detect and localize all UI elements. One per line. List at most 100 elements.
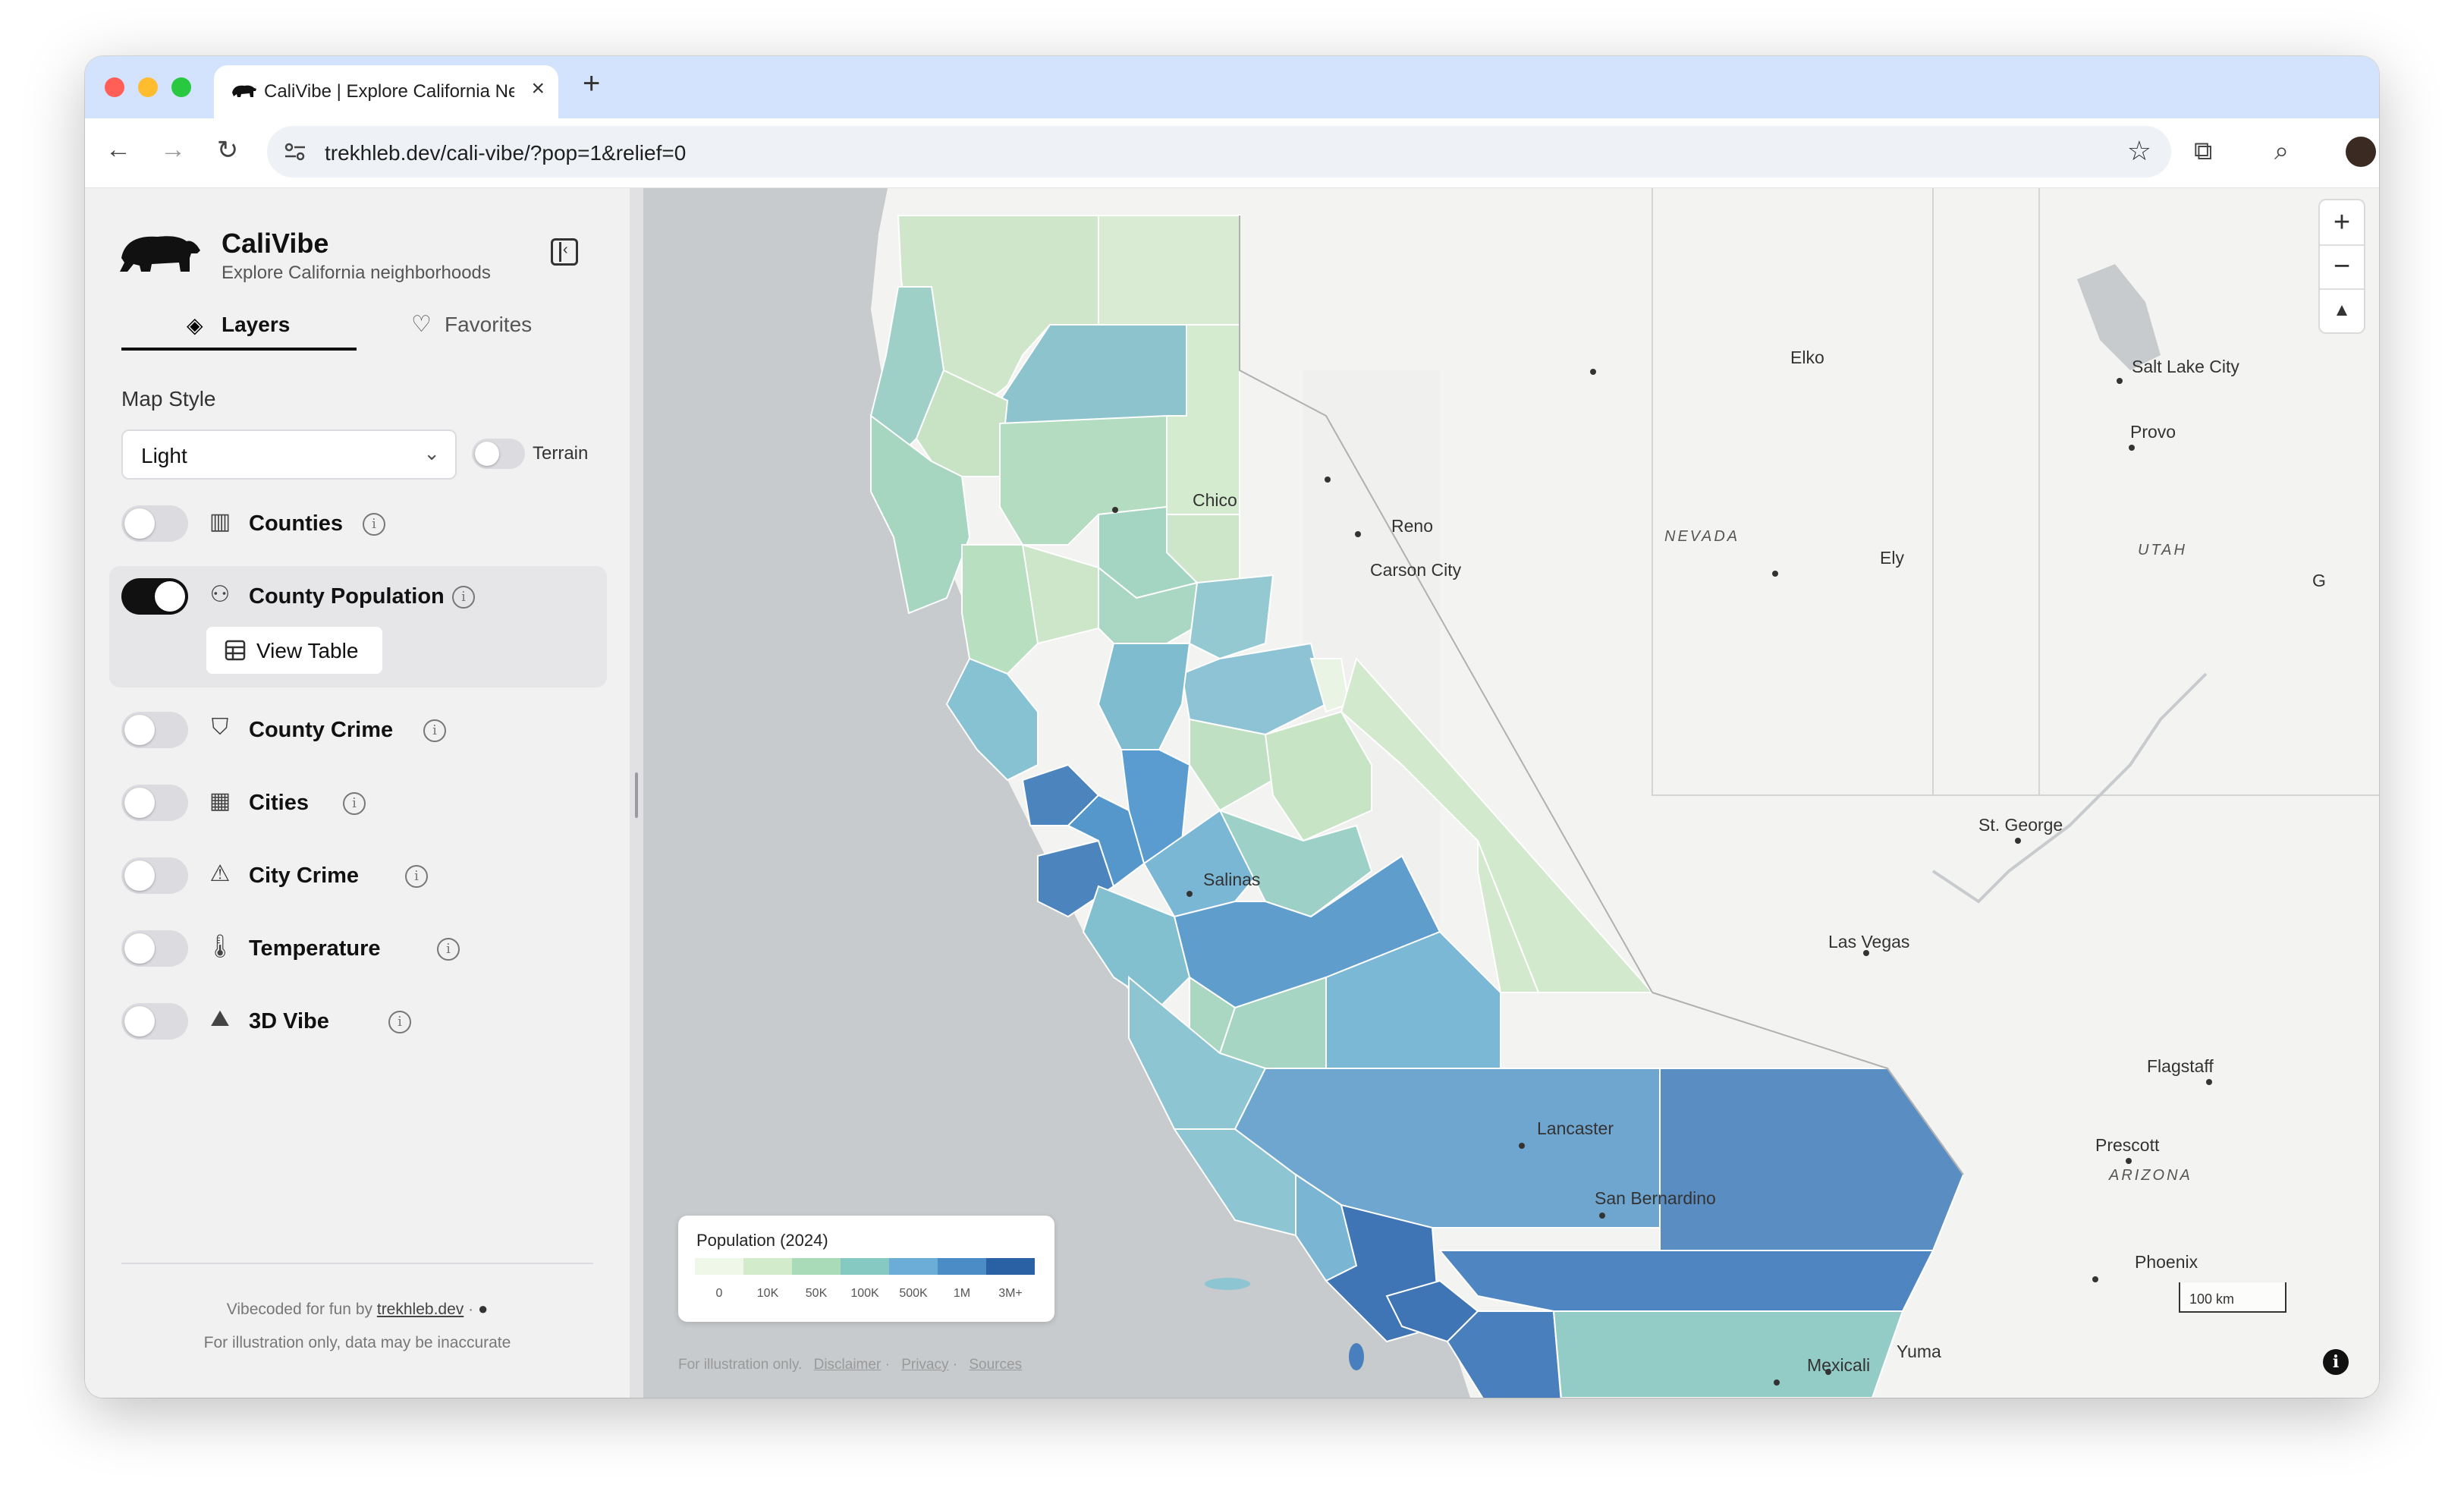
county-riverside (1438, 1250, 1934, 1312)
forward-icon[interactable]: → (155, 135, 191, 165)
county-yolo-sacramento (1097, 643, 1191, 750)
county-population-info-icon[interactable]: i (452, 586, 475, 609)
sidebar: CaliVibe Explore California neighborhood… (85, 188, 630, 1398)
city-dot-chico (1112, 507, 1118, 513)
tab-favorites[interactable]: ♡ Favorites (357, 300, 593, 351)
layer-row-3d-vibe: ⛰ 3D Vibe i (121, 999, 607, 1044)
great-salt-lake (2077, 264, 2161, 370)
region-label-nevada: NEVADA (1664, 528, 1740, 545)
city-dot-prescott (2126, 1158, 2132, 1164)
counties-info-icon[interactable]: i (363, 513, 385, 536)
city-dot-carson-city (1355, 531, 1361, 537)
city-dot-phoenix (2092, 1276, 2098, 1282)
county-population-toggle[interactable] (121, 578, 188, 615)
3d-vibe-toggle[interactable] (121, 1003, 188, 1040)
cities-toggle[interactable] (121, 785, 188, 821)
new-tab-icon[interactable]: + (583, 67, 600, 101)
footer-disclaimer: For illustration only, data may be inacc… (203, 1334, 511, 1351)
city-dot-lancaster (1519, 1143, 1525, 1149)
app-title: CaliVibe (222, 228, 329, 259)
city-dot-reno (1325, 477, 1331, 483)
city-dot-mexicali (1774, 1379, 1780, 1386)
footer-credit-text: Vibecoded for fun by (226, 1301, 373, 1318)
legend-swatch-6 (986, 1258, 1035, 1275)
site-settings-icon[interactable] (284, 141, 306, 162)
attribution-text: For illustration only. (678, 1357, 803, 1373)
map-attribution: For illustration only. Disclaimer · Priv… (678, 1357, 1023, 1373)
map-style-select[interactable]: Light ⌄ (121, 429, 457, 480)
county-crime-toggle[interactable] (121, 712, 188, 748)
city-label-san-bernardino: San Bernardino (1595, 1188, 1716, 1208)
zoom-in-button[interactable]: + (2320, 200, 2364, 244)
temperature-toggle[interactable] (121, 930, 188, 967)
app-content: CaliVibe Explore California neighborhood… (85, 188, 2379, 1398)
city-label-lancaster: Lancaster (1537, 1118, 1614, 1138)
city-crime-info-icon[interactable]: i (405, 865, 428, 888)
city-label-salinas: Salinas (1203, 870, 1261, 889)
temperature-info-icon[interactable]: i (437, 938, 460, 961)
sources-link[interactable]: Sources (969, 1357, 1022, 1373)
view-table-label: View Table (256, 639, 359, 662)
counties-label: Counties (249, 511, 344, 536)
legend-tick-5: 1M (953, 1287, 971, 1300)
close-tab-icon[interactable]: × (531, 76, 545, 102)
city-label-yuma: Yuma (1897, 1342, 1941, 1361)
compass-icon[interactable]: ▲ (2320, 288, 2364, 332)
city-label-ely: Ely (1880, 548, 1904, 568)
legend-swatch-4 (889, 1258, 938, 1275)
browser-tab-bar: CaliVibe | Explore California Neighborho… (85, 56, 2379, 118)
bear-logo-icon (120, 236, 200, 272)
back-icon[interactable]: ← (100, 135, 137, 165)
users-icon: ⚇ (209, 582, 231, 607)
terrain-toggle[interactable] (472, 439, 525, 469)
view-table-button[interactable]: View Table (206, 627, 382, 674)
siren-icon: ⚠ (209, 861, 231, 886)
reload-icon[interactable]: ↻ (209, 135, 246, 165)
legend-tick-6: 3M+ (998, 1287, 1023, 1300)
region-label-arizona: ARIZONA (2109, 1167, 2192, 1184)
chevron-down-icon: ⌄ (423, 442, 440, 464)
profile-avatar[interactable] (2346, 137, 2376, 167)
city-crime-toggle[interactable] (121, 857, 188, 894)
county-crime-info-icon[interactable]: i (423, 719, 446, 742)
minimize-window-button[interactable] (138, 77, 158, 97)
address-bar[interactable]: trekhleb.dev/cali-vibe/?pop=1&relief=0 ☆ (267, 126, 2171, 178)
city-label-chico: Chico (1193, 490, 1237, 510)
map-canvas[interactable]: Elko Salt Lake City Provo Reno Carson Ci… (643, 188, 2379, 1398)
city-label-st-george: St. George (1978, 815, 2063, 835)
tab-search-icon[interactable]: ⌕ (2274, 137, 2289, 166)
disclaimer-link[interactable]: Disclaimer (814, 1357, 882, 1373)
city-label-salt-lake-city: Salt Lake City (2132, 357, 2239, 376)
county-population-label: County Population (249, 584, 445, 609)
3d-vibe-info-icon[interactable]: i (388, 1011, 411, 1033)
bookmark-star-icon[interactable]: ☆ (2127, 135, 2151, 167)
browser-tab[interactable]: CaliVibe | Explore California Neighborho… (214, 65, 558, 118)
collapse-sidebar-icon[interactable]: ‹ (551, 238, 578, 266)
footer-credit-link[interactable]: trekhleb.dev (377, 1301, 464, 1318)
temperature-label: Temperature (249, 936, 381, 961)
legend-tick-0: 0 (715, 1287, 723, 1300)
map-info-icon[interactable]: i (2323, 1349, 2349, 1375)
zoom-out-button[interactable]: − (2320, 244, 2364, 288)
extensions-icon[interactable]: ⧉ (2194, 137, 2212, 166)
sidebar-resize-handle[interactable] (630, 188, 643, 1398)
browser-toolbar: ← → ↻ trekhleb.dev/cali-vibe/?pop=1&reli… (85, 118, 2379, 188)
3d-vibe-label: 3D Vibe (249, 1009, 329, 1033)
city-label-flagstaff: Flagstaff (2147, 1056, 2214, 1076)
layer-row-county-crime: ⛉ County Crime i (121, 707, 607, 753)
cities-info-icon[interactable]: i (343, 792, 366, 815)
city-label-elko: Elko (1790, 348, 1824, 367)
legend-tick-3: 100K (850, 1287, 879, 1300)
github-icon[interactable]: ● (478, 1299, 488, 1318)
close-window-button[interactable] (105, 77, 124, 97)
region-label-utah: UTAH (2138, 542, 2187, 558)
app-subtitle: Explore California neighborhoods (222, 263, 491, 283)
maximize-window-button[interactable] (171, 77, 191, 97)
legend-swatch-0 (695, 1258, 743, 1275)
counties-toggle[interactable] (121, 505, 188, 542)
city-dot-salt-lake-city (2117, 378, 2123, 384)
table-icon (225, 640, 246, 661)
tab-layers[interactable]: ◈ Layers (121, 300, 357, 351)
tab-favorites-label: Favorites (445, 313, 533, 336)
privacy-link[interactable]: Privacy (901, 1357, 948, 1373)
